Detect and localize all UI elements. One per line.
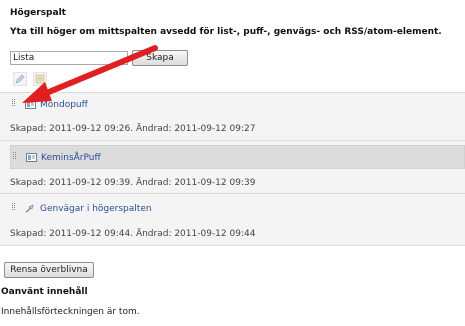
item-header[interactable]: Genvägar i högerspalten bbox=[10, 197, 465, 221]
drag-handle-icon[interactable] bbox=[13, 152, 16, 164]
element-list: Mondopuff Skapad: 2011-09-12 09:26. Ändr… bbox=[0, 92, 465, 246]
column-description: Yta till höger om mittspalten avsedd för… bbox=[10, 27, 442, 37]
item-header[interactable]: KeminsÅrPuff bbox=[10, 145, 465, 169]
item-header[interactable]: Mondopuff bbox=[10, 93, 465, 117]
item-meta: Skapad: 2011-09-12 09:26. Ändrad: 2011-0… bbox=[10, 124, 256, 134]
item-title-link[interactable]: Mondopuff bbox=[40, 100, 88, 110]
element-type-select[interactable]: Lista bbox=[10, 51, 128, 65]
shortcut-icon bbox=[25, 204, 34, 213]
unused-content-empty-text: Innehållsförteckningen är tom. bbox=[1, 307, 140, 317]
item-meta: Skapad: 2011-09-12 09:39. Ändrad: 2011-0… bbox=[10, 178, 256, 188]
drag-handle-icon[interactable] bbox=[12, 203, 15, 215]
item-title-link[interactable]: KeminsÅrPuff bbox=[41, 153, 101, 163]
list-item: Mondopuff Skapad: 2011-09-12 09:26. Ändr… bbox=[0, 93, 465, 141]
clear-unused-button[interactable]: Rensa överblivna bbox=[4, 262, 94, 278]
create-button[interactable]: Skapa bbox=[132, 50, 188, 66]
column-title: Högerspalt bbox=[10, 8, 66, 18]
properties-icon[interactable] bbox=[33, 72, 47, 86]
drag-handle-icon[interactable] bbox=[12, 99, 15, 111]
puff-icon bbox=[25, 100, 36, 109]
item-meta: Skapad: 2011-09-12 09:44. Ändrad: 2011-0… bbox=[10, 229, 256, 239]
item-title-link[interactable]: Genvägar i högerspalten bbox=[40, 204, 152, 214]
unused-content-title: Oanvänt innehåll bbox=[1, 287, 88, 297]
edit-icon[interactable] bbox=[13, 72, 27, 86]
list-item: Genvägar i högerspalten Skapad: 2011-09-… bbox=[0, 194, 465, 245]
list-item: KeminsÅrPuff Skapad: 2011-09-12 09:39. Ä… bbox=[0, 141, 465, 194]
puff-icon bbox=[26, 153, 37, 162]
